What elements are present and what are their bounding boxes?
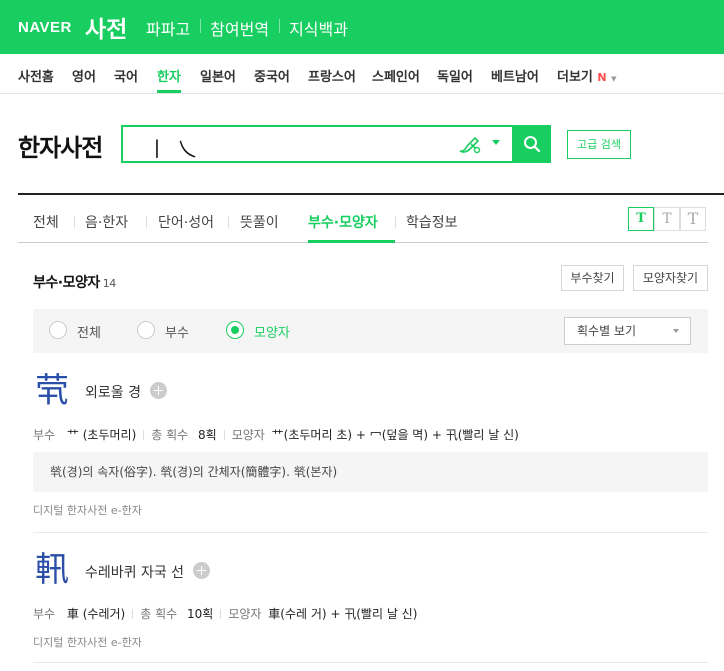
strokes-label: 총 획수: [151, 428, 189, 442]
entry-source[interactable]: 디지털 한자사전 e-한자: [33, 634, 142, 650]
info-separator: [132, 609, 134, 619]
entry-meaning[interactable]: 외로울 경: [85, 382, 141, 402]
nav-item-home[interactable]: 사전홈: [18, 66, 54, 85]
tab-active-indicator: [308, 240, 395, 243]
chevron-down-icon: [673, 329, 679, 333]
encyclopedia-link[interactable]: 지식백과: [279, 16, 358, 40]
tab-separator: [395, 216, 396, 228]
filter-all-label[interactable]: 전체: [77, 322, 101, 341]
tab-separator: [146, 216, 147, 228]
sort-select-value: 획수별 보기: [577, 324, 637, 338]
tab-all[interactable]: 전체: [33, 212, 59, 232]
translation-link[interactable]: 참여번역: [200, 16, 279, 40]
shape-value[interactable]: 艹(초두머리 초) + 冖(덮을 멱) + 卂(빨리 날 신): [272, 428, 519, 442]
filter-shape-label[interactable]: 모양자: [254, 322, 290, 341]
page-title: 한자사전: [18, 134, 103, 162]
strokes-value: 10획: [187, 607, 214, 621]
entry-info: 부수 艹 (초두머리) 총 획수 8획 모양자 艹(초두머리 초) + 冖(덮을 멱…: [33, 426, 519, 443]
entry-meaning[interactable]: 수레바퀴 자국 선: [85, 562, 184, 582]
entry-info: 부수 車 (수레거) 총 획수 10획 모양자 車(수레 거) + 卂(빨리 날 신…: [33, 605, 417, 622]
service-links: 파파고 참여번역 지식백과: [136, 16, 358, 40]
font-size-large-button[interactable]: T: [680, 207, 706, 231]
result-count: 14: [102, 277, 117, 290]
nav-item-english[interactable]: 영어: [72, 66, 96, 85]
shape-search-button[interactable]: 모양자찾기: [633, 265, 708, 291]
add-to-wordbook-icon[interactable]: [193, 562, 210, 579]
entry-hanja-char[interactable]: 茕: [35, 374, 69, 408]
tab-separator: [228, 216, 229, 228]
dictionary-home-link[interactable]: 사전: [85, 10, 127, 44]
tab-definitions[interactable]: 뜻풀이: [240, 212, 279, 232]
entry-hanja-char[interactable]: 軐: [35, 553, 69, 587]
search-box: 丨乀: [121, 125, 551, 163]
radical-search-button[interactable]: 부수찾기: [561, 265, 624, 291]
search-icon: [524, 136, 541, 153]
result-tabs: 전체 음·한자 단어·성어 뜻풀이 부수·모양자 학습정보 T T T: [18, 195, 708, 243]
nav-item-spanish[interactable]: 스페인어: [372, 66, 420, 85]
info-separator: [143, 430, 145, 440]
entry-divider: [33, 662, 708, 663]
naver-logo[interactable]: NAVER: [18, 19, 72, 36]
nav-item-hanja[interactable]: 한자: [157, 66, 181, 85]
handwriting-brush-icon[interactable]: [457, 135, 483, 159]
shape-value[interactable]: 車(수레 거) + 卂(빨리 날 신): [268, 607, 417, 621]
nav-item-french[interactable]: 프랑스어: [308, 66, 356, 85]
filter-bar: 전체 부수 모양자 획수별 보기: [33, 309, 708, 353]
dictionary-nav: 사전홈 영어 국어 한자 일본어 중국어 프랑스어 스페인어 독일어 베트남어 …: [0, 54, 724, 94]
papago-link[interactable]: 파파고: [136, 16, 200, 40]
entry-note: 㷀(경)의 속자(俗字). 㷀(경)의 간체자(簡體字). 㷀(본자): [33, 452, 708, 492]
chevron-down-icon: ▼: [611, 75, 617, 83]
filter-radical-radio[interactable]: [137, 321, 155, 339]
add-to-wordbook-icon[interactable]: [150, 382, 167, 399]
shape-label: 모양자: [231, 428, 265, 442]
nav-active-indicator: [157, 90, 181, 93]
entry-divider: [33, 532, 708, 533]
filter-all-radio[interactable]: [49, 321, 67, 339]
info-separator: [223, 430, 225, 440]
section-title: 부수·모양자 14: [33, 272, 116, 292]
sort-select[interactable]: 획수별 보기: [564, 317, 691, 345]
info-separator: [220, 609, 222, 619]
tab-reading[interactable]: 음·한자: [85, 212, 128, 232]
strokes-label: 총 획수: [140, 607, 178, 621]
radical-label: 부수: [33, 607, 56, 621]
font-size-medium-button[interactable]: T: [654, 207, 680, 231]
tab-radicals[interactable]: 부수·모양자: [308, 212, 378, 232]
strokes-value: 8획: [198, 428, 217, 442]
nav-item-korean[interactable]: 국어: [114, 66, 138, 85]
section-title-text: 부수·모양자: [33, 275, 100, 291]
shape-label: 모양자: [228, 607, 262, 621]
radical-value[interactable]: 艹 (초두머리): [67, 428, 136, 442]
tab-study[interactable]: 학습정보: [406, 212, 458, 232]
font-size-small-button[interactable]: T: [628, 207, 654, 231]
filter-radical-label[interactable]: 부수: [165, 322, 189, 341]
entry-source[interactable]: 디지털 한자사전 e-한자: [33, 502, 142, 518]
caret-down-icon[interactable]: [492, 140, 500, 145]
nav-item-japanese[interactable]: 일본어: [200, 66, 236, 85]
tab-separator: [74, 216, 75, 228]
nav-item-german[interactable]: 독일어: [437, 66, 473, 85]
more-label: 더보기: [557, 70, 593, 85]
radical-value[interactable]: 車 (수레거): [67, 607, 125, 621]
tab-words[interactable]: 단어·성어: [158, 212, 214, 232]
radical-label: 부수: [33, 428, 56, 442]
search-input[interactable]: 丨乀: [147, 133, 207, 162]
new-badge: N: [597, 71, 607, 84]
advanced-search-button[interactable]: 고급 검색: [567, 130, 631, 159]
filter-shape-radio[interactable]: [226, 321, 244, 339]
search-button[interactable]: [512, 125, 551, 163]
nav-item-chinese[interactable]: 중국어: [254, 66, 290, 85]
nav-item-vietnamese[interactable]: 베트남어: [491, 66, 539, 85]
top-bar: NAVER 사전 파파고 참여번역 지식백과: [0, 0, 724, 54]
nav-item-more[interactable]: 더보기 N ▼: [557, 66, 617, 85]
